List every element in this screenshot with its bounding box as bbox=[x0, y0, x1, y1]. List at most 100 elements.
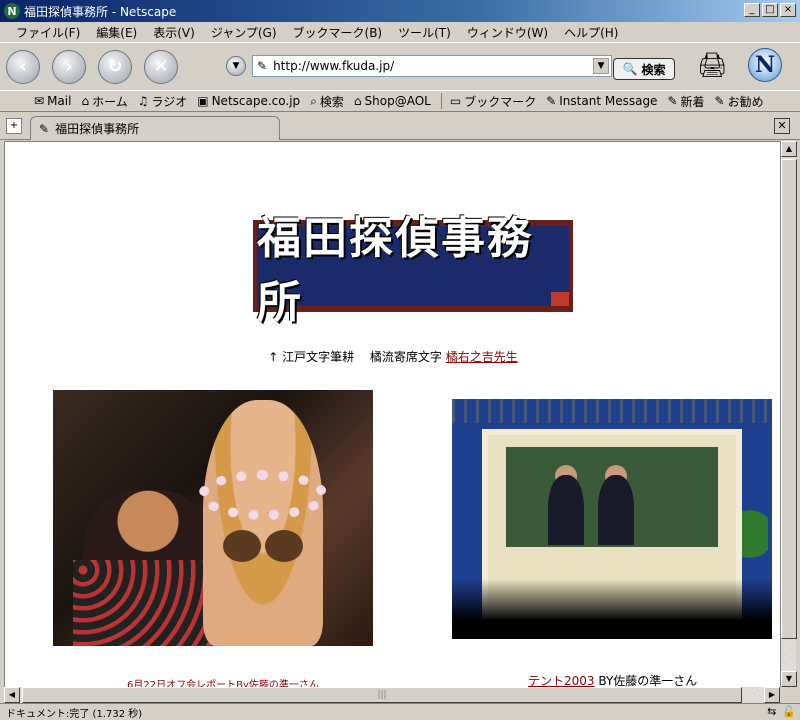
forward-button[interactable]: › bbox=[52, 49, 86, 84]
photo-woman bbox=[203, 400, 323, 646]
scroll-left-button[interactable]: ◀ bbox=[4, 687, 20, 703]
maximize-button[interactable]: □ bbox=[762, 3, 778, 17]
bookmark-folder-icon: ▭ bbox=[449, 94, 462, 108]
magnifier-icon: 🔍 bbox=[622, 62, 638, 76]
photo-coconut-bra bbox=[265, 530, 303, 562]
history-dropdown-button[interactable]: ▼ bbox=[226, 56, 246, 76]
toolbar-netscape[interactable]: ▣ Netscape.co.jp bbox=[197, 94, 300, 108]
tab-favicon-icon: ✎ bbox=[39, 121, 50, 136]
stop-button[interactable]: ✕ bbox=[144, 49, 178, 84]
url-text: http://www.fkuda.jp/ bbox=[273, 59, 395, 73]
toolbar-item-label: 検索 bbox=[319, 94, 344, 109]
menu-go[interactable]: ジャンプ(G) bbox=[203, 24, 285, 41]
security-lock-icon[interactable]: 🔓 bbox=[782, 705, 796, 718]
toolbar-item-label: ブックマーク bbox=[464, 94, 537, 109]
toolbar-shop[interactable]: ⌂ Shop@AOL bbox=[354, 94, 431, 108]
connection-icon: ⇆ bbox=[767, 705, 777, 718]
url-input[interactable]: ✎ http://www.fkuda.jp/ ▼ bbox=[252, 55, 612, 77]
logo-text: 福田探偵事務所 bbox=[257, 213, 533, 328]
offline-meeting-photo[interactable] bbox=[53, 390, 373, 646]
window-title: 福田探偵事務所 - Netscape bbox=[24, 4, 177, 19]
horizontal-scrollbar[interactable]: ◀ ||| ▶ bbox=[4, 687, 780, 703]
menu-help[interactable]: ヘルプ(H) bbox=[556, 24, 626, 41]
reload-button[interactable]: ↻ bbox=[98, 49, 132, 84]
netscape-logo-icon[interactable]: N bbox=[748, 48, 782, 82]
back-button[interactable]: ‹ bbox=[6, 49, 40, 84]
back-arrow-icon: ‹ bbox=[19, 56, 27, 77]
photo-audience bbox=[452, 579, 772, 639]
page-content: 福田探偵事務所 ↑ 江戸文字筆耕 橘流寄席文字 橘右之吉先生 6月22日オフ会レ… bbox=[4, 141, 780, 687]
photo1-caption-link[interactable]: 6月22日オフ会レポートBy佐藤の準一さん bbox=[127, 676, 319, 687]
menu-bar: ファイル(F) 編集(E) 表示(V) ジャンプ(G) ブックマーク(B) ツー… bbox=[0, 22, 800, 42]
toolbar-new[interactable]: ✎ 新着 bbox=[667, 93, 704, 110]
toolbar-item-label: Mail bbox=[47, 94, 72, 108]
logo-credit-link[interactable]: 橘右之吉先生 bbox=[446, 350, 518, 364]
toolbar-item-label: 新着 bbox=[680, 94, 705, 109]
close-tab-button[interactable]: ✕ bbox=[774, 118, 790, 134]
toolbar-item-label: お勧め bbox=[727, 94, 764, 109]
url-dropdown-icon[interactable]: ▼ bbox=[593, 58, 609, 74]
tab-current[interactable]: ✎ 福田探偵事務所 bbox=[30, 116, 280, 140]
toolbar-item-label: Instant Message bbox=[559, 94, 658, 108]
status-bar: ドキュメント:完了 (1.732 秒) ⇆ 🔓 bbox=[0, 703, 800, 720]
toolbar-item-label: Netscape.co.jp bbox=[211, 94, 301, 108]
link-icon: ✎ bbox=[667, 94, 678, 108]
photo-screen bbox=[506, 447, 718, 547]
new-tab-icon[interactable]: + bbox=[6, 118, 22, 134]
close-button[interactable]: × bbox=[780, 3, 796, 17]
vertical-scrollbar[interactable]: ▲ ▼ bbox=[780, 141, 797, 687]
toolbar-item-label: ラジオ bbox=[151, 94, 188, 109]
horizontal-scroll-thumb[interactable]: ||| bbox=[22, 687, 742, 703]
toolbar-bookmarks[interactable]: ▭ ブックマーク bbox=[450, 93, 536, 110]
reload-icon: ↻ bbox=[107, 56, 123, 77]
photo-person bbox=[598, 475, 634, 545]
page-proxy-icon: ✎ bbox=[257, 59, 268, 73]
title-bar: N 福田探偵事務所 - Netscape _ □ × bbox=[0, 0, 800, 22]
netscape-icon: ▣ bbox=[197, 94, 209, 108]
search-button[interactable]: 🔍 検索 bbox=[613, 58, 675, 80]
toolbar-separator bbox=[440, 93, 442, 109]
stop-icon: ✕ bbox=[153, 56, 169, 77]
toolbar-instant-message[interactable]: ✎ Instant Message bbox=[546, 94, 657, 108]
vertical-scroll-thumb[interactable] bbox=[781, 159, 797, 639]
tab-bar: + ✎ 福田探偵事務所 ✕ bbox=[0, 113, 800, 140]
photo-person bbox=[548, 475, 584, 545]
status-text: ドキュメント:完了 (1.732 秒) bbox=[6, 708, 143, 720]
menu-file[interactable]: ファイル(F) bbox=[8, 24, 88, 41]
personal-toolbar: ✉ Mail ⌂ ホーム ♫ ラジオ ▣ Netscape.co.jp ⌕ 検索 ⌂ Sho… bbox=[0, 90, 800, 112]
forward-arrow-icon: › bbox=[65, 56, 73, 77]
menu-bookmarks[interactable]: ブックマーク(B) bbox=[285, 24, 391, 41]
menu-edit[interactable]: 編集(E) bbox=[88, 24, 145, 41]
link-icon: ✎ bbox=[714, 94, 725, 108]
tent-2003-photo[interactable] bbox=[452, 399, 772, 639]
photo-lei bbox=[198, 470, 328, 520]
scroll-up-button[interactable]: ▲ bbox=[781, 141, 797, 157]
scroll-right-button[interactable]: ▶ bbox=[764, 687, 780, 703]
toolbar-recommended[interactable]: ✎ お勧め bbox=[715, 93, 764, 110]
toolbar-radio[interactable]: ♫ ラジオ bbox=[138, 93, 188, 110]
toolbar-home[interactable]: ⌂ ホーム bbox=[81, 93, 127, 110]
logo-stamp bbox=[551, 292, 569, 306]
tab-label: 福田探偵事務所 bbox=[55, 122, 140, 136]
navigation-toolbar: ‹ › ↻ ✕ ▼ ✎ http://www.fkuda.jp/ ▼ 🔍 検索 … bbox=[0, 42, 800, 90]
radio-icon: ♫ bbox=[137, 94, 149, 108]
netscape-app-icon: N bbox=[4, 3, 20, 19]
menu-window[interactable]: ウィンドウ(W) bbox=[459, 24, 556, 41]
photo2-caption-text: BY佐藤の準一さん bbox=[594, 674, 698, 687]
link-icon: ✎ bbox=[546, 94, 557, 108]
menu-tools[interactable]: ツール(T) bbox=[390, 24, 459, 41]
toolbar-item-label: Shop@AOL bbox=[364, 94, 431, 108]
search-button-label: 検索 bbox=[641, 62, 666, 77]
photo-coconut-bra bbox=[223, 530, 261, 562]
toolbar-mail[interactable]: ✉ Mail bbox=[34, 94, 71, 108]
home-icon: ⌂ bbox=[81, 94, 90, 108]
toolbar-item-label: ホーム bbox=[92, 94, 128, 109]
logo-credit-text: ↑ 江戸文字筆耕 橘流寄席文字 bbox=[268, 350, 442, 364]
menu-view[interactable]: 表示(V) bbox=[145, 24, 203, 41]
shop-icon: ⌂ bbox=[353, 94, 362, 108]
scroll-down-button[interactable]: ▼ bbox=[781, 671, 797, 687]
toolbar-search[interactable]: ⌕ 検索 bbox=[310, 93, 344, 110]
photo2-caption-link[interactable]: テント2003 bbox=[528, 674, 595, 687]
minimize-button[interactable]: _ bbox=[744, 3, 760, 17]
print-icon[interactable]: 🖨 bbox=[697, 51, 727, 79]
